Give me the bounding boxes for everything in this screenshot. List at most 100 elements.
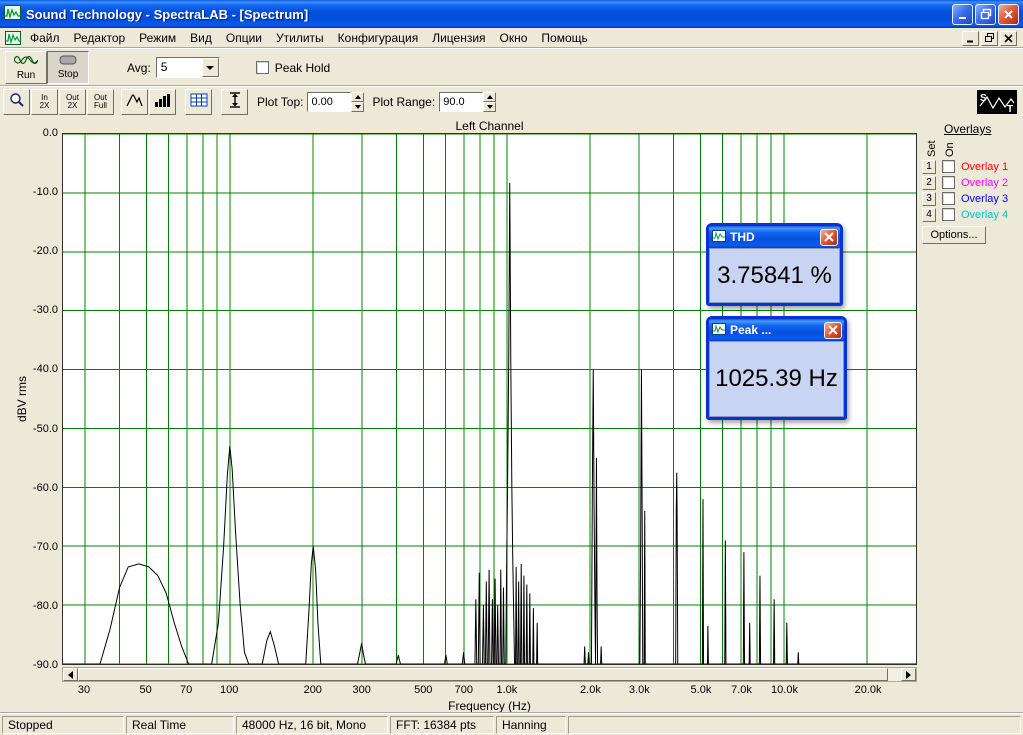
peak-close-button[interactable] [824,321,842,339]
overlay-4-checkbox[interactable] [942,208,955,221]
overlay-row-4: 4 Overlay 4 [922,207,1008,222]
display-options-button[interactable] [185,88,212,115]
menu-item-configuration[interactable]: Конфигурация [331,29,426,47]
zoom-button[interactable] [3,88,30,115]
run-button[interactable]: Run [5,51,47,84]
overlay-options-button[interactable]: Options... [922,226,986,244]
menu-item-edit[interactable]: Редактор [67,29,133,47]
overlay-2-set-button[interactable]: 2 [922,175,936,190]
y-axis-title: dBV rms [15,376,29,423]
menu-item-license[interactable]: Лицензия [425,29,492,47]
plot-top-increment-button[interactable] [351,91,365,102]
x-tick-label: 200 [303,684,322,696]
zoom-out-full-button[interactable]: Out Full [87,88,114,115]
peak-hold-checkbox[interactable] [255,61,269,74]
peak-value: 1025.39 Hz [709,341,844,417]
avg-dropdown-arrow[interactable] [201,58,219,77]
plot-top-decrement-button[interactable] [351,101,365,112]
menu-item-help[interactable]: Помощь [534,29,594,47]
horizontal-scrollbar[interactable] [62,667,917,682]
minimize-button[interactable] [952,3,973,25]
peak-hold-label: Peak Hold [274,60,331,75]
y-tick-label: -70.0 [32,540,58,553]
x-tick-label: 30 [77,684,91,696]
document-icon[interactable] [5,31,21,45]
x-tick-label: 50 [139,684,152,696]
restore-button[interactable] [975,3,996,25]
mdi-restore-button[interactable] [981,30,998,46]
stop-button[interactable]: Stop [47,51,89,84]
peak-curve-icon [125,93,144,110]
overlay-3-set-button[interactable]: 3 [922,191,936,206]
y-tick-label: -90.0 [32,659,58,671]
menu-item-view[interactable]: Вид [183,29,219,47]
vertical-arrows-icon [228,92,242,111]
thd-window-title: THD [730,230,755,244]
x-tick-label: 20.0k [854,684,882,696]
avg-dropdown-value: 5 [160,60,168,74]
menu-item-file[interactable]: Файл [23,29,67,47]
x-tick-label: 2.0k [580,684,601,696]
x-tick-label: 1.0k [496,684,518,696]
y-tick-label: -20.0 [32,245,58,258]
menu-item-window[interactable]: Окно [493,29,535,47]
status-audio-format: 48000 Hz, 16 bit, Mono [236,716,388,734]
app-icon[interactable] [4,5,21,23]
mdi-close-button[interactable] [1000,30,1017,46]
x-tick-label: 3.0k [628,684,650,696]
x-tick-label: 100 [219,684,239,696]
toolbar-view: In 2X Out 2X Out Full Plot Top: 0.00 Plo… [0,86,1023,116]
window-title: Sound Technology - SpectraLAB - [Spectru… [26,6,309,22]
avg-dropdown[interactable]: 5 [155,57,220,78]
overlay-3-checkbox[interactable] [942,192,955,205]
stop-button-label: Stop [57,69,79,80]
status-window-function: Hanning [496,716,566,734]
thd-close-button[interactable] [820,228,838,246]
zoom-in-2x-button[interactable]: In 2X [31,88,58,115]
close-button[interactable] [998,3,1019,25]
overlay-3-label: Overlay 3 [961,192,1009,205]
y-tick-label: -60.0 [32,481,58,494]
zoom-out-full-label-line2: Full [94,100,107,110]
overlay-1-set-button[interactable]: 1 [922,159,936,174]
spectrum-view-button[interactable] [121,88,148,115]
menu-item-mode[interactable]: Режим [132,29,183,47]
overlay-1-label: Overlay 1 [961,160,1009,173]
status-empty-panel [568,716,1021,734]
menu-item-utilities[interactable]: Утилиты [269,29,331,47]
zoom-out-2x-label-line2: 2X [67,100,78,110]
grid-icon [190,93,208,110]
x-tick-label: 500 [414,684,433,696]
scroll-right-button[interactable] [901,668,916,681]
overlays-on-column-label: On [944,142,956,157]
bar-display-button[interactable] [149,88,176,115]
titlebar[interactable]: Sound Technology - SpectraLAB - [Spectru… [0,0,1023,28]
peak-window-titlebar[interactable]: Peak ... [709,319,844,341]
plot-range-decrement-button[interactable] [483,101,497,112]
plot-range-input[interactable] [439,91,484,112]
y-tick-label: -80.0 [32,599,58,612]
scrollbar-thumb[interactable] [78,668,888,681]
thd-window-titlebar[interactable]: THD [709,226,840,248]
overlay-4-set-button[interactable]: 4 [922,207,936,222]
scroll-left-button[interactable] [63,668,78,681]
peak-window-icon [712,322,726,338]
overlay-row-1: 1 Overlay 1 [922,159,1008,174]
peak-frequency-window[interactable]: Peak ... 1025.39 Hz [706,316,847,420]
overlay-1-checkbox[interactable] [942,160,955,173]
y-tick-label: 0.0 [42,127,58,139]
x-tick-label: 7.0k [731,684,752,696]
mdi-minimize-button[interactable] [962,30,979,46]
menu-item-options[interactable]: Опции [219,29,269,47]
plot-top-input[interactable] [307,91,352,112]
overlay-row-2: 2 Overlay 2 [922,175,1008,190]
plot-title: Left Channel [455,119,524,133]
zoom-out-2x-button[interactable]: Out 2X [59,88,86,115]
overlay-2-checkbox[interactable] [942,176,955,189]
thd-window-icon [712,229,726,245]
thd-window[interactable]: THD 3.75841 % [706,223,843,306]
plot-range-increment-button[interactable] [483,91,497,102]
run-waveform-icon [13,54,39,69]
vertical-scale-button[interactable] [221,88,248,115]
plot-range-label: Plot Range: [372,94,436,109]
